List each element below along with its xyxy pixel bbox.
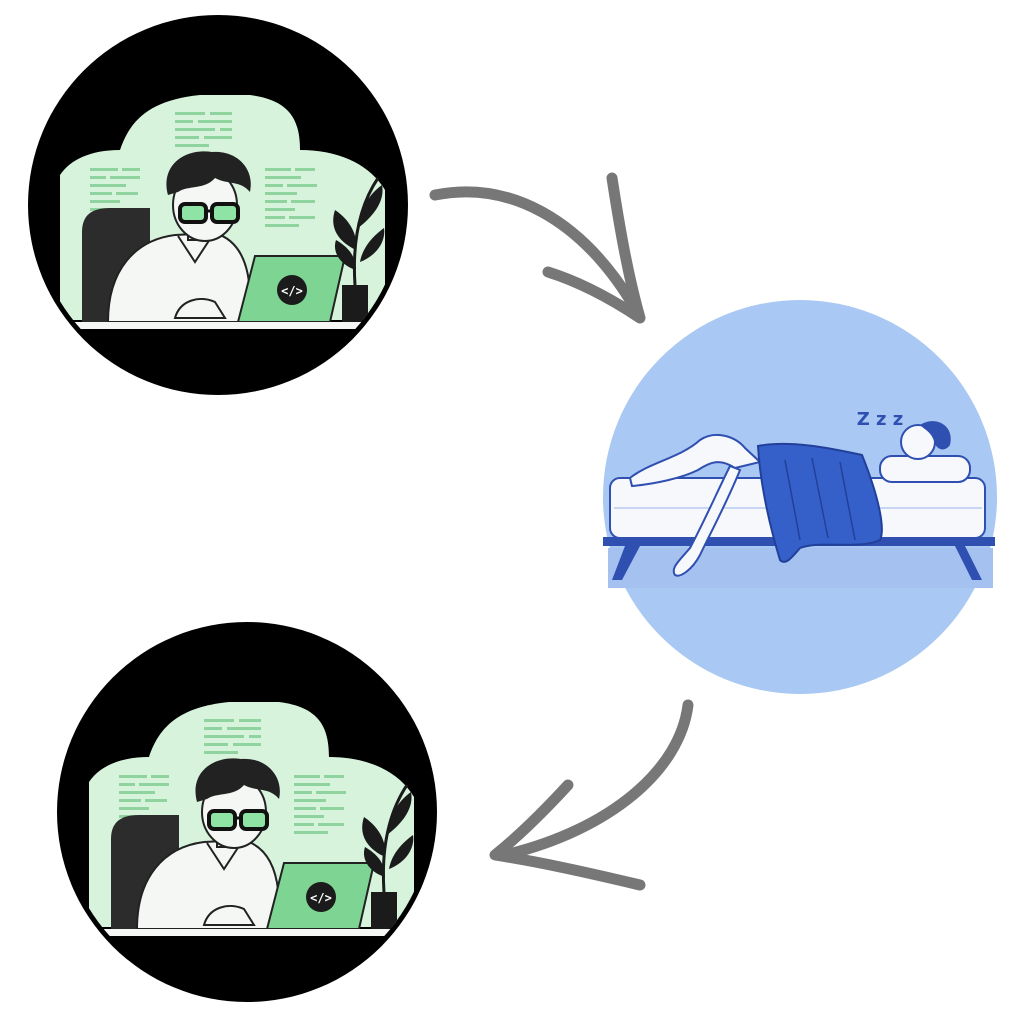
laptop-code-glyph: </> <box>281 284 303 298</box>
curved-arrow-icon <box>429 172 646 324</box>
coding-step: </> <box>28 15 408 395</box>
sleep-z-glyph: Z z z <box>857 409 904 430</box>
cycle-diagram: </> Z z z </> <box>28 15 997 1002</box>
coding-again-step: </> <box>57 622 437 1002</box>
laptop-code-glyph: </> <box>310 891 332 905</box>
curved-arrow-icon <box>489 699 694 891</box>
sleeping-step: Z z z <box>603 300 997 694</box>
